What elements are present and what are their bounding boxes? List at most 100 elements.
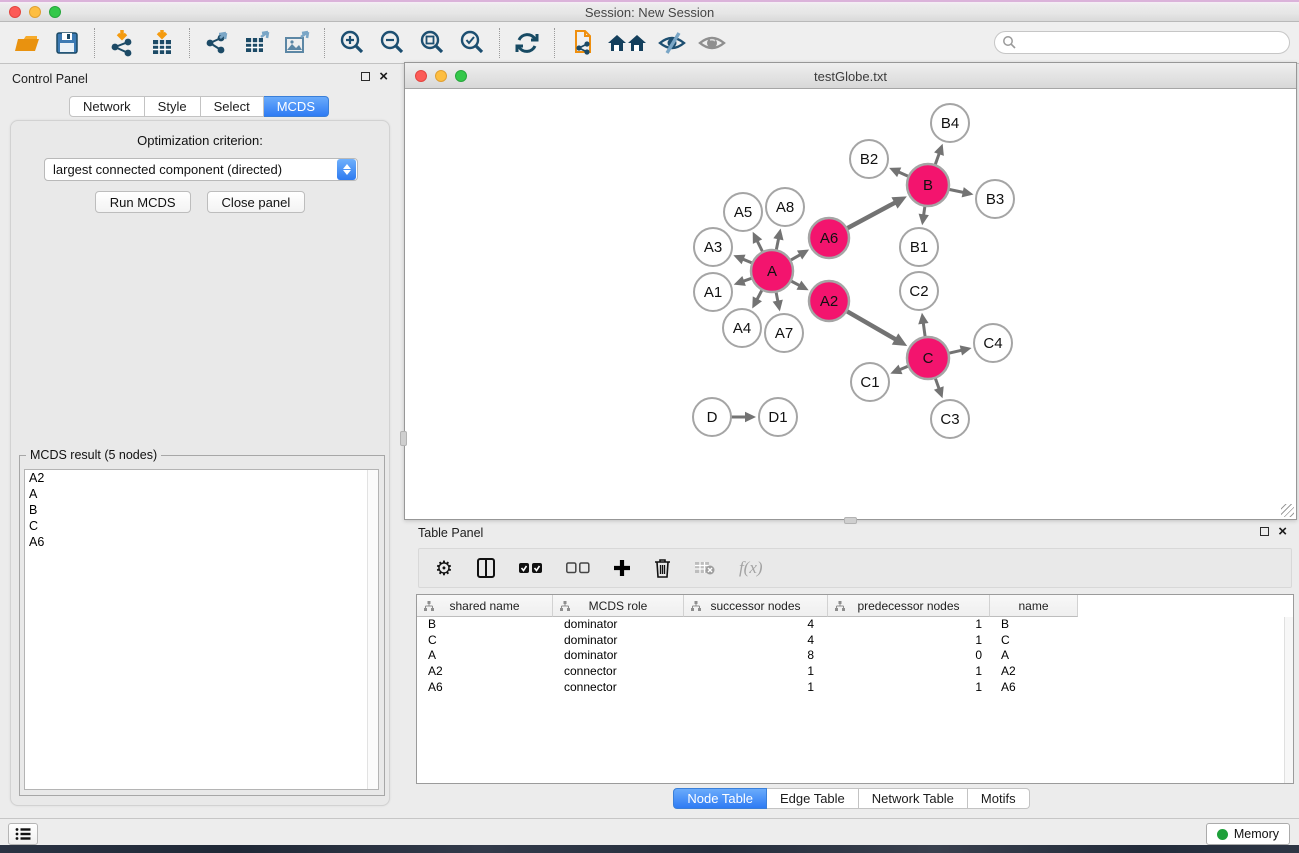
table-row[interactable]: A2connector11A2 bbox=[417, 664, 1293, 680]
tab-style[interactable]: Style bbox=[145, 96, 201, 117]
edge-A2-C[interactable] bbox=[847, 311, 895, 339]
run-mcds-button[interactable]: Run MCDS bbox=[95, 191, 191, 213]
cell-successor-nodes[interactable]: 4 bbox=[684, 633, 828, 649]
import-network-icon[interactable] bbox=[107, 28, 137, 58]
result-list-item[interactable]: C bbox=[25, 518, 378, 534]
show-column-icon[interactable] bbox=[476, 555, 496, 581]
delete-column-icon[interactable] bbox=[654, 555, 671, 581]
select-all-checkboxes-icon[interactable] bbox=[519, 555, 543, 581]
table-row[interactable]: Bdominator41B bbox=[417, 617, 1293, 633]
zoom-in-icon[interactable] bbox=[337, 28, 367, 58]
cell-MCDS-role[interactable]: dominator bbox=[553, 617, 684, 633]
cell-shared-name[interactable]: A2 bbox=[417, 664, 553, 680]
cell-name[interactable]: A6 bbox=[990, 680, 1078, 696]
cell-predecessor-nodes[interactable]: 1 bbox=[828, 664, 990, 680]
column-header-successor-nodes[interactable]: successor nodes bbox=[684, 595, 828, 617]
table-row[interactable]: A6connector11A6 bbox=[417, 680, 1293, 696]
task-history-button[interactable] bbox=[8, 823, 38, 845]
close-panel-button[interactable]: Close panel bbox=[207, 191, 306, 213]
mcds-result-list[interactable]: A2ABCA6 bbox=[24, 469, 379, 790]
refresh-icon[interactable] bbox=[512, 28, 542, 58]
cell-MCDS-role[interactable]: connector bbox=[553, 664, 684, 680]
table-row[interactable]: Adominator80A bbox=[417, 648, 1293, 664]
close-panel-icon[interactable]: × bbox=[379, 72, 388, 81]
cell-MCDS-role[interactable]: dominator bbox=[553, 633, 684, 649]
column-header-MCDS-role[interactable]: MCDS role bbox=[553, 595, 684, 617]
edge-A-A4[interactable] bbox=[757, 290, 761, 298]
tab-edge-table[interactable]: Edge Table bbox=[767, 788, 859, 809]
tab-motifs[interactable]: Motifs bbox=[968, 788, 1030, 809]
new-network-from-selection-icon[interactable] bbox=[567, 28, 597, 58]
cell-predecessor-nodes[interactable]: 1 bbox=[828, 617, 990, 633]
edge-A-A2[interactable] bbox=[791, 281, 798, 285]
network-window-titlebar[interactable]: testGlobe.txt bbox=[405, 63, 1296, 89]
edge-A-A3[interactable] bbox=[744, 259, 752, 262]
export-table-icon[interactable] bbox=[242, 28, 272, 58]
cell-MCDS-role[interactable]: connector bbox=[553, 680, 684, 696]
cell-successor-nodes[interactable]: 4 bbox=[684, 617, 828, 633]
show-graphics-details-icon[interactable] bbox=[697, 28, 727, 58]
edge-C-C3[interactable] bbox=[935, 379, 938, 388]
edge-A-A8[interactable] bbox=[776, 239, 778, 249]
tab-network-table[interactable]: Network Table bbox=[859, 788, 968, 809]
column-header-shared-name[interactable]: shared name bbox=[417, 595, 553, 617]
memory-button[interactable]: Memory bbox=[1206, 823, 1290, 845]
tab-select[interactable]: Select bbox=[201, 96, 264, 117]
hide-graphics-details-icon[interactable] bbox=[657, 28, 687, 58]
tab-mcds[interactable]: MCDS bbox=[264, 96, 329, 117]
zoom-fit-icon[interactable] bbox=[417, 28, 447, 58]
table-row[interactable]: Cdominator41C bbox=[417, 633, 1293, 649]
cell-shared-name[interactable]: A6 bbox=[417, 680, 553, 696]
cell-MCDS-role[interactable]: dominator bbox=[553, 648, 684, 664]
network-canvas[interactable]: ABCA2A6A1A3A4A5A7A8B1B2B3B4C1C2C3C4DD1 bbox=[405, 89, 1296, 519]
tab-network[interactable]: Network bbox=[69, 96, 145, 117]
result-scrollbar[interactable] bbox=[367, 470, 378, 789]
cell-successor-nodes[interactable]: 8 bbox=[684, 648, 828, 664]
criterion-dropdown[interactable]: largest connected component (directed) bbox=[44, 158, 358, 181]
cell-name[interactable]: C bbox=[990, 633, 1078, 649]
deselect-all-checkboxes-icon[interactable] bbox=[566, 555, 590, 581]
function-builder-icon[interactable]: f(x) bbox=[739, 555, 763, 581]
delete-table-icon[interactable] bbox=[694, 555, 716, 581]
search-input[interactable] bbox=[994, 31, 1290, 54]
export-image-icon[interactable] bbox=[282, 28, 312, 58]
edge-B-B4[interactable] bbox=[935, 154, 939, 164]
edge-A-A7[interactable] bbox=[776, 293, 778, 301]
float-panel-icon[interactable] bbox=[361, 72, 370, 81]
save-session-icon[interactable] bbox=[52, 28, 82, 58]
cell-successor-nodes[interactable]: 1 bbox=[684, 664, 828, 680]
column-header-name[interactable]: name bbox=[990, 595, 1078, 617]
edge-B-B2[interactable] bbox=[899, 172, 908, 176]
cell-name[interactable]: A2 bbox=[990, 664, 1078, 680]
edge-C-C4[interactable] bbox=[949, 350, 960, 353]
cell-predecessor-nodes[interactable]: 1 bbox=[828, 680, 990, 696]
cell-name[interactable]: A bbox=[990, 648, 1078, 664]
result-list-item[interactable]: A6 bbox=[25, 534, 378, 550]
edge-A-A5[interactable] bbox=[758, 242, 763, 252]
network-graph[interactable]: ABCA2A6A1A3A4A5A7A8B1B2B3B4C1C2C3C4DD1 bbox=[405, 89, 1296, 519]
column-settings-gear-icon[interactable]: ⚙ bbox=[435, 555, 453, 581]
cell-name[interactable]: B bbox=[990, 617, 1078, 633]
result-list-item[interactable]: B bbox=[25, 502, 378, 518]
cell-shared-name[interactable]: A bbox=[417, 648, 553, 664]
cell-predecessor-nodes[interactable]: 1 bbox=[828, 633, 990, 649]
edge-A-A6[interactable] bbox=[791, 255, 800, 260]
add-column-icon[interactable] bbox=[613, 555, 631, 581]
vertical-scroll-thumb[interactable] bbox=[400, 431, 407, 446]
edge-C-C1[interactable] bbox=[900, 366, 907, 369]
edge-A-A1[interactable] bbox=[744, 278, 751, 281]
edge-C-C2[interactable] bbox=[923, 324, 925, 336]
cell-shared-name[interactable]: C bbox=[417, 633, 553, 649]
cell-successor-nodes[interactable]: 1 bbox=[684, 680, 828, 696]
zoom-out-icon[interactable] bbox=[377, 28, 407, 58]
column-header-predecessor-nodes[interactable]: predecessor nodes bbox=[828, 595, 990, 617]
tab-node-table[interactable]: Node Table bbox=[673, 788, 767, 809]
cell-shared-name[interactable]: B bbox=[417, 617, 553, 633]
import-table-icon[interactable] bbox=[147, 28, 177, 58]
float-panel-icon[interactable] bbox=[1260, 527, 1269, 536]
open-session-icon[interactable] bbox=[12, 28, 42, 58]
close-panel-icon[interactable]: × bbox=[1278, 527, 1287, 536]
node-table[interactable]: shared nameMCDS rolesuccessor nodesprede… bbox=[416, 594, 1294, 784]
result-list-item[interactable]: A2 bbox=[25, 470, 378, 486]
home-icon[interactable] bbox=[607, 28, 647, 58]
